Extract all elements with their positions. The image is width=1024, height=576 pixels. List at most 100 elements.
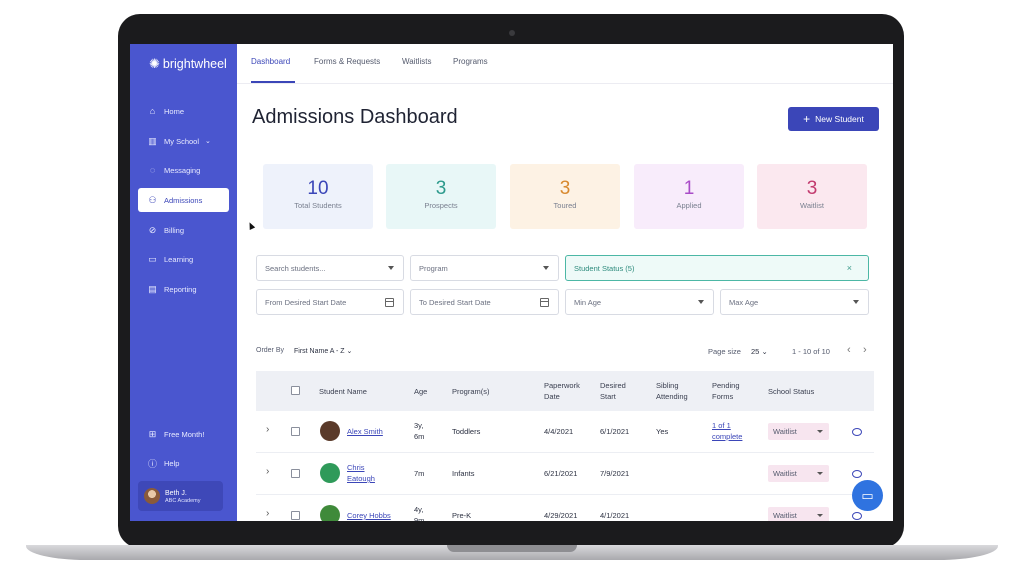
chevron-down-icon: ⌄ bbox=[346, 348, 353, 355]
order-by-label: Order By bbox=[256, 347, 285, 354]
school-status-select[interactable]: Waitlist bbox=[768, 423, 829, 440]
student-age: 7m bbox=[414, 469, 425, 478]
stat-value: 1 bbox=[683, 178, 695, 199]
name-line: Eatough bbox=[347, 474, 375, 483]
sidebar-item-label: Help bbox=[164, 458, 180, 468]
student-name-link[interactable]: Corey Hobbs bbox=[347, 510, 391, 521]
chat-icon[interactable] bbox=[852, 512, 862, 520]
sidebar-item-learning[interactable]: ▭ Learning bbox=[138, 247, 229, 271]
col-label-line: Start bbox=[600, 392, 616, 401]
sidebar-item-label: Reporting bbox=[164, 284, 197, 294]
col-school-status[interactable]: School Status bbox=[768, 386, 814, 397]
prev-page-icon[interactable]: ‹ bbox=[847, 344, 851, 356]
chat-icon[interactable] bbox=[852, 428, 862, 436]
chevron-right-icon[interactable]: › bbox=[266, 466, 269, 477]
learning-icon: ▭ bbox=[148, 253, 157, 264]
student-name-link[interactable]: Alex Smith bbox=[347, 426, 383, 437]
chevron-down-icon bbox=[543, 266, 549, 270]
student-program: Toddlers bbox=[452, 427, 481, 436]
chevron-down-icon: ⌄ bbox=[761, 347, 768, 356]
new-student-button[interactable]: + New Student bbox=[788, 107, 879, 131]
tab-programs[interactable]: Programs bbox=[453, 57, 488, 66]
sparkle-logo-icon: ✺ bbox=[149, 56, 160, 71]
row-checkbox[interactable] bbox=[291, 427, 300, 436]
sidebar-item-billing[interactable]: ⊘ Billing bbox=[138, 218, 229, 242]
program-select[interactable]: Program bbox=[410, 255, 559, 281]
avatar bbox=[320, 505, 340, 521]
sidebar-item-messaging[interactable]: ◌ Messaging bbox=[138, 158, 229, 182]
sidebar-item-free-month[interactable]: ⊞ Free Month! bbox=[138, 422, 229, 446]
table-row[interactable]: › Corey Hobbs 4y, 9m Pre-K 4/29/2021 4/1… bbox=[256, 495, 874, 521]
brand-name: brightwheel bbox=[162, 57, 227, 71]
stat-card-total[interactable]: 10 Total Students bbox=[263, 164, 373, 229]
sidebar-item-my-school[interactable]: ▥ My School ⌄ bbox=[138, 129, 229, 153]
student-name-link[interactable]: Chris Eatough bbox=[347, 462, 375, 484]
stat-card-applied[interactable]: 1 Applied bbox=[634, 164, 744, 229]
chevron-down-icon bbox=[817, 430, 823, 433]
plus-icon: + bbox=[803, 112, 811, 126]
col-desired-start[interactable]: Desired Start bbox=[600, 380, 626, 402]
student-age: 3y, 6m bbox=[414, 420, 424, 442]
sidebar-item-reporting[interactable]: ▤ Reporting bbox=[138, 277, 229, 301]
chat-launcher-button[interactable]: ▭ bbox=[852, 480, 883, 511]
stat-card-toured[interactable]: 3 Toured bbox=[510, 164, 620, 229]
row-checkbox[interactable] bbox=[291, 469, 300, 478]
search-input[interactable]: Search students... bbox=[256, 255, 404, 281]
user-menu[interactable]: Beth J. ABC Academy bbox=[138, 481, 223, 511]
table-header: Student Name Age Program(s) Paperwork Da… bbox=[256, 371, 874, 411]
col-programs[interactable]: Program(s) bbox=[452, 386, 490, 397]
min-age-select[interactable]: Min Age bbox=[565, 289, 714, 315]
col-student-name[interactable]: Student Name bbox=[319, 386, 367, 397]
select-all-checkbox[interactable] bbox=[291, 386, 300, 395]
sidebar-item-home[interactable]: ⌂ Home bbox=[138, 99, 229, 123]
page-size-select[interactable]: 25 ⌄ bbox=[751, 347, 768, 356]
chat-icon[interactable] bbox=[852, 470, 862, 478]
calendar-icon bbox=[385, 298, 394, 307]
max-age-select[interactable]: Max Age bbox=[720, 289, 869, 315]
tab-waitlists[interactable]: Waitlists bbox=[402, 57, 431, 66]
col-age[interactable]: Age bbox=[414, 386, 427, 397]
page-size-label: Page size bbox=[708, 347, 741, 356]
row-checkbox[interactable] bbox=[291, 511, 300, 520]
brand-logo[interactable]: ✺ brightwheel bbox=[149, 56, 227, 72]
order-by-select[interactable]: First Name A - Z ⌄ bbox=[294, 347, 352, 355]
from-date-field[interactable]: From Desired Start Date bbox=[256, 289, 404, 315]
pending-line: complete bbox=[712, 432, 743, 441]
gift-icon: ⊞ bbox=[148, 428, 157, 439]
to-date-field[interactable]: To Desired Start Date bbox=[410, 289, 559, 315]
col-label-line: Desired bbox=[600, 381, 626, 390]
school-status-select[interactable]: Waitlist bbox=[768, 507, 829, 521]
sidebar-item-help[interactable]: ⓘ Help bbox=[138, 451, 229, 475]
col-paperwork-date[interactable]: Paperwork Date bbox=[544, 380, 580, 402]
student-status-filter[interactable]: Student Status (5) × bbox=[565, 255, 869, 281]
search-placeholder: Search students... bbox=[265, 263, 326, 273]
stat-value: 3 bbox=[435, 178, 447, 199]
col-label-line: Forms bbox=[712, 392, 734, 401]
tab-dashboard[interactable]: Dashboard bbox=[251, 57, 290, 66]
stat-label: Applied bbox=[676, 201, 702, 210]
chevron-right-icon[interactable]: › bbox=[266, 508, 269, 519]
school-status-select[interactable]: Waitlist bbox=[768, 465, 829, 482]
col-pending-forms[interactable]: Pending Forms bbox=[712, 380, 740, 402]
max-age-value: Max Age bbox=[729, 297, 759, 307]
table-row[interactable]: › Chris Eatough 7m Infants 6/21/2021 7/9… bbox=[256, 453, 874, 495]
stat-card-prospects[interactable]: 3 Prospects bbox=[386, 164, 496, 229]
desired-start: 4/1/2021 bbox=[600, 511, 630, 520]
chevron-down-icon bbox=[817, 472, 823, 475]
stat-label: Toured bbox=[553, 201, 577, 210]
chat-bubble-icon: ▭ bbox=[861, 487, 874, 503]
sidebar-item-admissions[interactable]: ⚇ Admissions bbox=[138, 188, 229, 212]
col-sibling-attending[interactable]: Sibling Attending bbox=[656, 380, 688, 402]
pending-forms-link[interactable]: 1 of 1 complete bbox=[712, 420, 742, 442]
sidebar-item-label: Messaging bbox=[164, 165, 201, 175]
stat-card-waitlist[interactable]: 3 Waitlist bbox=[757, 164, 867, 229]
sidebar-item-label: Billing bbox=[164, 225, 185, 235]
chevron-right-icon[interactable]: › bbox=[266, 424, 269, 435]
sidebar-item-label: Free Month! bbox=[164, 429, 205, 439]
tab-forms-requests[interactable]: Forms & Requests bbox=[314, 57, 380, 66]
user-name: Beth J. bbox=[165, 489, 187, 497]
next-page-icon[interactable]: › bbox=[863, 344, 867, 356]
clear-icon[interactable]: × bbox=[847, 263, 852, 273]
table-row[interactable]: › Alex Smith 3y, 6m Toddlers 4/4/2021 6/… bbox=[256, 411, 874, 453]
sidebar-item-label: Home bbox=[164, 106, 185, 116]
